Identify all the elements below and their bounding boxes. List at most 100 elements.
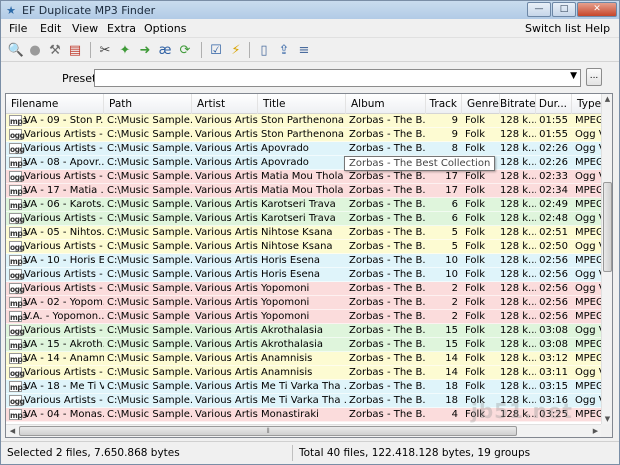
title-bar[interactable]: ★ EF Duplicate MP3 Finder — □ ✕ [1, 1, 619, 19]
text-file-icon[interactable]: ≡ [295, 41, 313, 59]
preset-row: Preset ▼ ... [1, 63, 619, 91]
toolbar: 🔍 ● ⚒ ▤ ✂ ✦ ➜ æ ⟳ ☑ ⚡ ▯ ⇪ ≡ [1, 38, 619, 62]
menu-options[interactable]: Options [144, 22, 186, 35]
table-row[interactable]: oggVarious Artists - ...C:\Music Sample.… [6, 324, 602, 338]
column-header-type[interactable]: Type [572, 94, 602, 114]
preset-dropdown[interactable]: ▼ [94, 69, 581, 87]
table-row[interactable]: mp3VA - 09 - Ston P... C:\Music Sample...… [6, 114, 602, 128]
table-row[interactable]: oggVarious Artists - ...C:\Music Sample.… [6, 212, 602, 226]
column-header-duration[interactable]: Dur... [536, 94, 572, 114]
menu-view[interactable]: View [72, 22, 98, 35]
table-row[interactable]: oggVarious Artists - ...C:\Music Sample.… [6, 240, 602, 254]
column-header-genre[interactable]: Genre [462, 94, 500, 114]
table-row[interactable]: mp3VA - 10 - Horis E...C:\Music Sample..… [6, 254, 602, 268]
table-row[interactable]: mp3VA - 08 - Apovr... C:\Music Sample... V… [6, 156, 602, 170]
cell-artist: Various Artists [195, 199, 258, 210]
cell-filename: mp3VA - 04 - Monas... [6, 408, 104, 422]
cell-path: C:\Music Sample... [107, 241, 192, 252]
cell-type: Ogg V [575, 325, 602, 336]
text-ae-icon[interactable]: æ [156, 41, 174, 59]
ogg-file-icon: ogg [9, 367, 25, 378]
mp3-file-icon: mp3 [9, 311, 27, 322]
cell-genre: Folk [465, 381, 486, 392]
cell-type: Ogg V [575, 241, 602, 252]
hammer-icon[interactable]: ⚒ [46, 41, 64, 59]
cell-genre: Folk [465, 325, 486, 336]
table-row[interactable]: mp3VA - 14 - Anamn...C:\Music Sample...V… [6, 352, 602, 366]
filename-text: Various Artists - ... [24, 395, 104, 406]
scroll-left-icon[interactable]: ◀ [6, 425, 19, 437]
search-icon[interactable]: 🔍 [7, 41, 25, 59]
cell-artist: Various Artists [195, 283, 258, 294]
minimize-button[interactable]: — [527, 2, 551, 17]
menu-help[interactable]: Help [585, 22, 610, 35]
close-button[interactable]: ✕ [577, 2, 617, 17]
cell-title: Matia Mou Thola [261, 171, 344, 182]
cell-duration: 03:08 [539, 325, 568, 336]
maximize-button[interactable]: □ [552, 2, 576, 17]
menu-extra[interactable]: Extra [107, 22, 136, 35]
vertical-scrollbar[interactable]: ▲ ▼ [601, 94, 612, 425]
move-folder-icon[interactable]: ➜ [136, 41, 154, 59]
table-row[interactable]: oggVarious Artists - ...C:\Music Sample.… [6, 142, 602, 156]
table-row[interactable]: oggVarious Artists - ...C:\Music Sample.… [6, 282, 602, 296]
menu-file[interactable]: File [9, 22, 27, 35]
table-row[interactable]: oggVarious Artists - ...C:\Music Sample.… [6, 268, 602, 282]
column-header-title[interactable]: Title [258, 94, 346, 114]
table-row[interactable]: mp3VA - 17 - Matia ... C:\Music Sample...… [6, 184, 602, 198]
cell-type: MPEG [575, 381, 602, 392]
checklist-icon[interactable]: ☑ [207, 41, 225, 59]
horizontal-scrollbar[interactable]: ◀ ⦀ ▶ [6, 424, 602, 437]
column-header-path[interactable]: Path [104, 94, 192, 114]
scissors-icon[interactable]: ✂ [96, 41, 114, 59]
cell-path: C:\Music Sample... [107, 353, 192, 364]
filename-text: VA - 08 - Apovr... [24, 157, 104, 168]
column-header-filename[interactable]: Filename [6, 94, 104, 114]
chevron-down-icon[interactable]: ▼ [570, 71, 577, 81]
cell-album: Zorbas - The B... [349, 143, 426, 154]
document-icon[interactable]: ▤ [66, 41, 84, 59]
cell-genre: Folk [465, 339, 486, 350]
scrollbar-corner [601, 424, 612, 437]
cell-duration: 02:26 [539, 157, 568, 168]
cell-artist: Various Artists [195, 143, 258, 154]
cell-filename: mp3V.A. - Yopomon... [6, 310, 104, 324]
cell-type: MPEG [575, 115, 602, 126]
cell-duration: 03:15 [539, 381, 568, 392]
scroll-up-icon[interactable]: ▲ [602, 94, 612, 105]
status-total: Total 40 files, 122.418.128 bytes, 19 gr… [299, 447, 531, 459]
table-row[interactable]: mp3V.A. - Yopomon... C:\Music Sample Vario… [6, 310, 602, 324]
menu-edit[interactable]: Edit [40, 22, 61, 35]
column-header-artist[interactable]: Artist [192, 94, 258, 114]
horizontal-scroll-thumb[interactable]: ⦀ [19, 426, 517, 436]
lightning-icon[interactable]: ⚡ [227, 41, 245, 59]
cell-bitrate: 128 k... [500, 143, 536, 154]
wand-icon[interactable]: ✦ [116, 41, 134, 59]
table-row[interactable]: mp3VA - 18 - Me Ti V...C:\Music Sample..… [6, 380, 602, 394]
export-icon[interactable]: ⇪ [275, 41, 293, 59]
column-header-bitrate[interactable]: Bitrate [500, 94, 536, 114]
vertical-scroll-thumb[interactable] [603, 182, 612, 272]
menu-switch-list[interactable]: Switch list [525, 22, 581, 35]
page-icon[interactable]: ▯ [255, 41, 273, 59]
table-row[interactable]: oggVarious Artists - ...C:\Music Sample.… [6, 366, 602, 380]
table-row[interactable]: mp3VA - 05 - Nihtos... C:\Music Sample...… [6, 226, 602, 240]
preset-browse-button[interactable]: ... [586, 68, 602, 86]
table-row[interactable]: mp3VA - 02 - Yopom... C:\Music Sample... V… [6, 296, 602, 310]
stop-icon[interactable]: ● [26, 41, 44, 59]
table-row[interactable]: oggVarious Artists - ...C:\Music Sample.… [6, 128, 602, 142]
table-row[interactable]: oggVarious Artists - ...C:\Music Sample.… [6, 170, 602, 184]
column-header-track[interactable]: Track [426, 94, 462, 114]
cell-album: Zorbas - The B... [349, 241, 426, 252]
toolbar-separator [249, 42, 250, 58]
cell-genre: Folk [465, 171, 486, 182]
refresh-icon[interactable]: ⟳ [176, 41, 194, 59]
table-row[interactable]: mp3VA - 06 - Karots... C:\Music Sample...… [6, 198, 602, 212]
cell-album: Zorbas - The B... [349, 339, 426, 350]
cell-filename: oggVarious Artists - ... [6, 240, 104, 254]
table-row[interactable]: mp3VA - 15 - Akroth... C:\Music Sample...… [6, 338, 602, 352]
file-list[interactable]: Filename Path Artist Title Album Track Genre Bi… [5, 93, 613, 438]
column-header-album[interactable]: Album [346, 94, 426, 114]
cell-path: C:\Music Sample... [107, 185, 192, 196]
cell-album: Zorbas - The B... [349, 409, 426, 420]
